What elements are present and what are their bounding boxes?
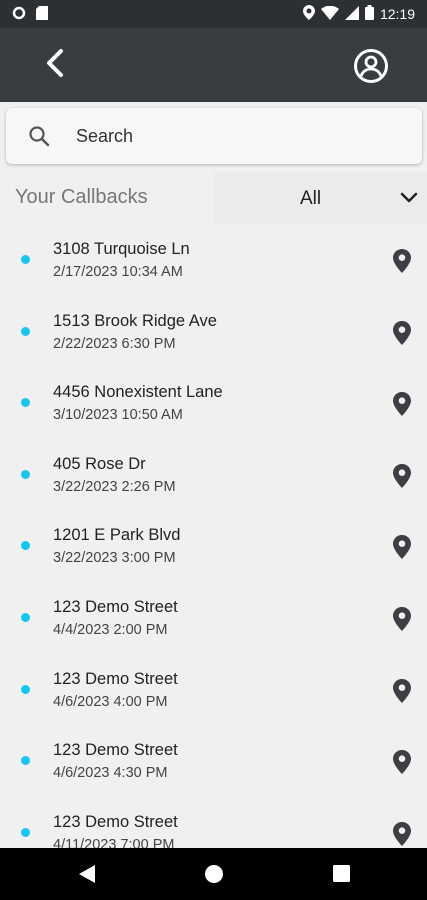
nav-home-icon[interactable]: [204, 864, 224, 889]
list-item[interactable]: 4456 Nonexistent Lane 3/10/2023 10:50 AM: [0, 371, 427, 443]
map-pin-icon[interactable]: [393, 606, 411, 636]
callback-address: 3108 Turquoise Ln: [53, 240, 190, 258]
callback-datetime: 4/6/2023 4:30 PM: [53, 765, 168, 782]
callback-datetime: 4/4/2023 2:00 PM: [53, 621, 168, 638]
back-button[interactable]: [38, 48, 72, 82]
nav-recents-icon[interactable]: [333, 865, 350, 887]
callback-address: 1201 E Park Blvd: [53, 526, 181, 545]
callback-address: 1513 Brook Ridge Ave: [53, 311, 217, 330]
list-item[interactable]: 3108 Turquoise Ln 2/17/2023 10:34 AM: [0, 228, 427, 300]
search-input[interactable]: [76, 122, 396, 150]
search-icon: [28, 125, 50, 152]
status-dot: [21, 398, 30, 408]
map-pin-icon[interactable]: [393, 320, 411, 350]
callback-datetime: 2/22/2023 6:30 PM: [53, 335, 176, 352]
section-title: Your Callbacks: [15, 186, 148, 208]
chevron-left-icon: [44, 48, 66, 83]
chevron-down-icon: [399, 188, 419, 213]
notification-circle-icon: [12, 6, 26, 25]
list-item[interactable]: 123 Demo Street 4/6/2023 4:30 PM: [0, 729, 427, 801]
status-dot: [21, 612, 30, 622]
status-dot: [21, 684, 30, 694]
callback-address: 123 Demo Street: [53, 812, 178, 831]
map-pin-icon[interactable]: [393, 821, 411, 848]
nav-back-icon[interactable]: [78, 864, 96, 889]
callback-address: 123 Demo Street: [53, 669, 178, 688]
status-dot: [21, 827, 30, 837]
status-dot: [21, 255, 30, 264]
callback-address: 123 Demo Street: [53, 597, 178, 616]
status-dot: [21, 756, 30, 766]
map-pin-icon[interactable]: [393, 249, 411, 278]
profile-button[interactable]: [353, 48, 389, 84]
account-circle-icon: [353, 49, 389, 88]
callbacks-list: 3108 Turquoise Ln 2/17/2023 10:34 AM 1513 …: [0, 228, 427, 848]
system-nav-bar: [0, 848, 427, 900]
status-dot: [21, 541, 30, 551]
callback-datetime: 3/22/2023 3:00 PM: [53, 550, 176, 567]
signal-icon: [344, 5, 359, 23]
callback-datetime: 4/6/2023 4:00 PM: [53, 693, 168, 710]
callback-datetime: 3/10/2023 10:50 AM: [53, 407, 183, 424]
sd-card-icon: [36, 6, 48, 25]
map-pin-icon[interactable]: [393, 750, 411, 779]
list-item[interactable]: 123 Demo Street 4/6/2023 4:00 PM: [0, 658, 427, 730]
status-dot: [21, 469, 30, 479]
callback-address: 123 Demo Street: [53, 741, 178, 760]
list-item[interactable]: 123 Demo Street 4/4/2023 2:00 PM: [0, 586, 427, 658]
callback-address: 4456 Nonexistent Lane: [53, 383, 223, 402]
callback-address: 405 Rose Dr: [53, 454, 146, 473]
search-bar: [6, 108, 422, 164]
status-dot: [21, 326, 30, 336]
status-time: 12:19: [379, 6, 415, 22]
map-pin-icon[interactable]: [393, 392, 411, 421]
list-item[interactable]: 1201 E Park Blvd 3/22/2023 3:00 PM: [0, 514, 427, 586]
map-pin-icon[interactable]: [393, 463, 411, 493]
list-item[interactable]: 405 Rose Dr 3/22/2023 2:26 PM: [0, 443, 427, 515]
callbacks-header: Your Callbacks All: [0, 172, 427, 224]
location-icon: [302, 5, 315, 23]
filter-value: All: [300, 188, 322, 209]
battery-icon: [364, 5, 374, 23]
filter-dropdown[interactable]: All: [214, 172, 427, 224]
callback-datetime: 4/11/2023 7:00 PM: [53, 836, 175, 848]
list-item[interactable]: 123 Demo Street 4/11/2023 7:00 PM: [0, 801, 427, 848]
wifi-icon: [320, 5, 339, 23]
callback-datetime: 3/22/2023 2:26 PM: [53, 478, 176, 495]
map-pin-icon[interactable]: [393, 535, 411, 564]
status-bar: 12:19: [0, 0, 427, 28]
app-bar: [0, 28, 427, 102]
map-pin-icon[interactable]: [393, 678, 411, 708]
callback-datetime: 2/17/2023 10:34 AM: [53, 264, 183, 280]
list-item[interactable]: 1513 Brook Ridge Ave 2/22/2023 6:30 PM: [0, 300, 427, 372]
